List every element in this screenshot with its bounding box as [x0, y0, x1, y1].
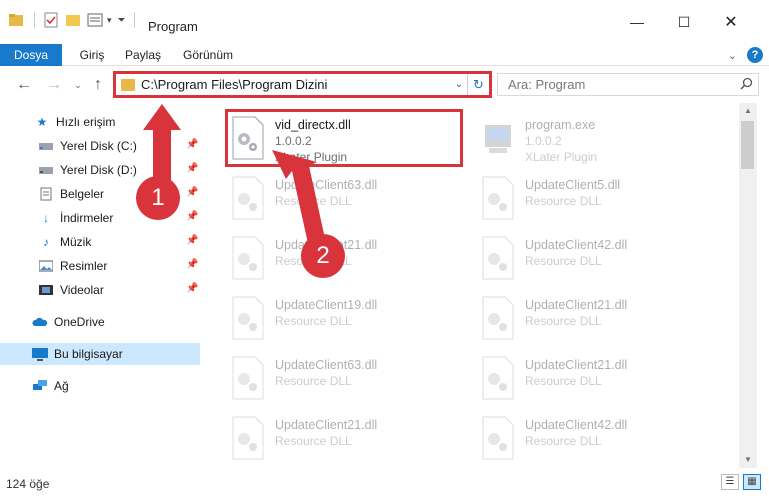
step-2-badge: 2 — [301, 234, 345, 278]
explorer-window: ▾ ⏷ Program — ☐ ✕ Dosya Giriş Paylaş Gör… — [0, 0, 769, 503]
step-1-badge: 1 — [136, 176, 180, 220]
arrow-to-address-bar — [143, 104, 181, 185]
arrow-to-selected-file — [272, 150, 326, 248]
annotation-arrows — [143, 104, 326, 248]
